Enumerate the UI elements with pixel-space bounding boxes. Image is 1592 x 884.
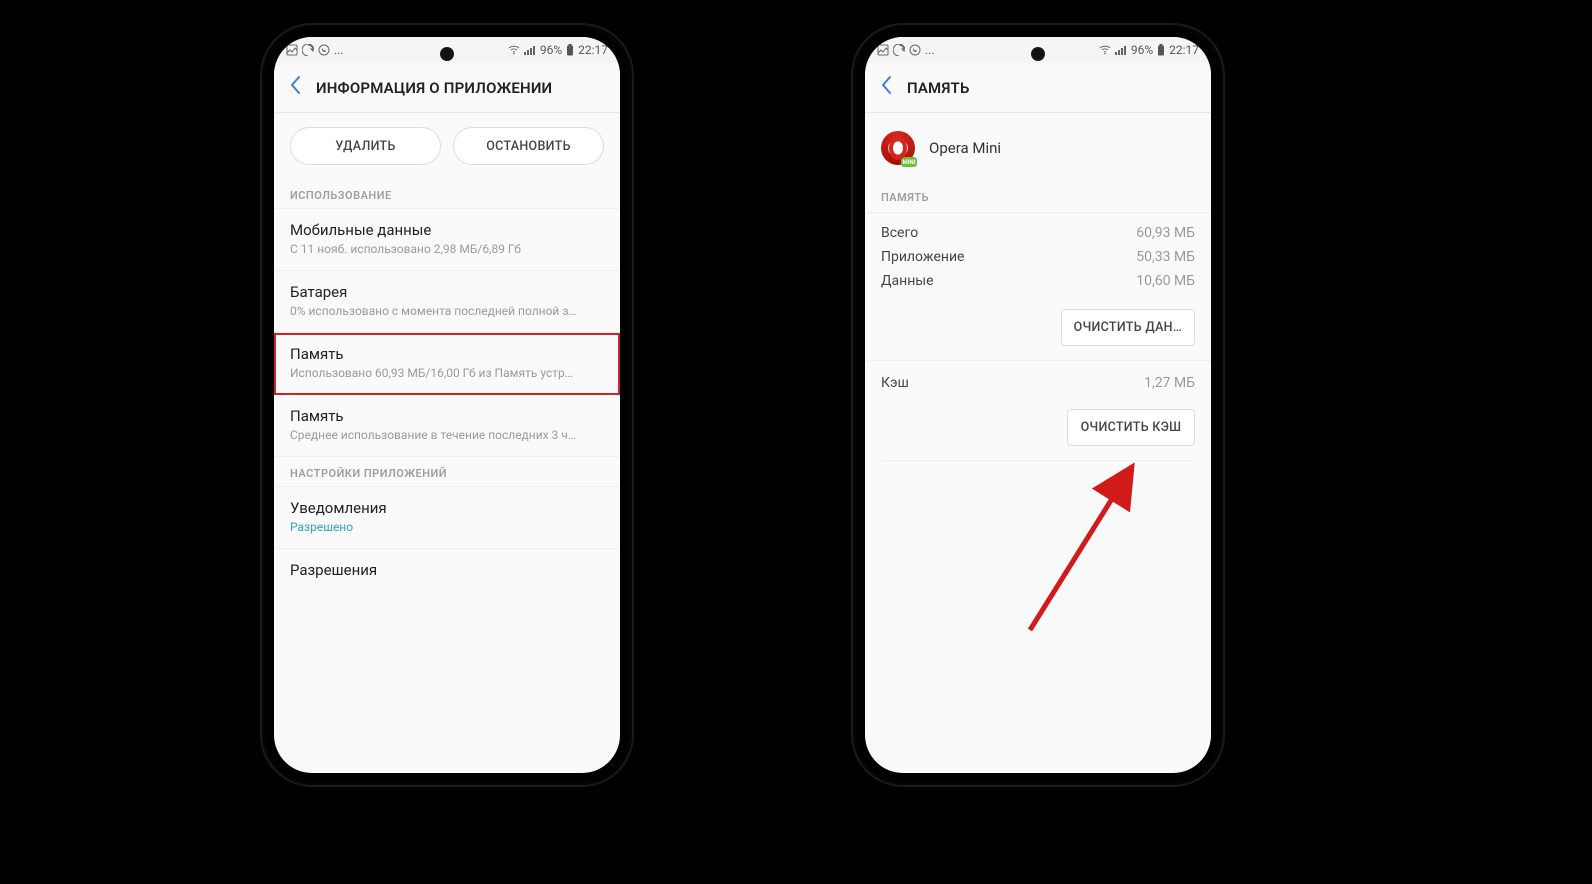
battery-item[interactable]: Батарея 0% использовано с момента послед… <box>274 271 620 333</box>
clear-cache-button[interactable]: ОЧИСТИТЬ КЭШ <box>1067 409 1195 446</box>
battery-icon <box>1157 44 1165 56</box>
row-total-label: Всего <box>881 225 918 241</box>
row-data: Данные 10,60 МБ <box>865 269 1211 293</box>
force-stop-button[interactable]: ОСТАНОВИТЬ <box>453 127 604 165</box>
row-total-value: 60,93 МБ <box>1136 225 1195 241</box>
row-total: Всего 60,93 МБ <box>865 221 1211 245</box>
storage-item[interactable]: Память Использовано 60,93 МБ/16,00 Гб из… <box>274 333 620 395</box>
clear-data-button[interactable]: ОЧИСТИТЬ ДАН… <box>1061 309 1195 346</box>
row-app: Приложение 50,33 МБ <box>865 245 1211 269</box>
notifications-title: Уведомления <box>290 499 604 517</box>
battery-percent: 96% <box>540 43 562 57</box>
picture-icon <box>286 44 298 56</box>
front-camera <box>440 47 454 61</box>
divider <box>881 460 1195 461</box>
row-data-label: Данные <box>881 273 934 289</box>
wifi-icon <box>508 45 520 55</box>
status-more: ... <box>334 43 344 57</box>
sync-icon <box>302 44 314 56</box>
row-cache-value: 1,27 МБ <box>1144 375 1195 391</box>
wifi-icon <box>1099 45 1111 55</box>
action-button-row: УДАЛИТЬ ОСТАНОВИТЬ <box>274 113 620 179</box>
battery-sub: 0% использовано с момента последней полн… <box>290 304 604 318</box>
row-cache-label: Кэш <box>881 375 909 391</box>
page-title: ПАМЯТЬ <box>907 79 970 97</box>
section-usage-label: ИСПОЛЬЗОВАНИЕ <box>274 179 620 209</box>
row-app-value: 50,33 МБ <box>1136 249 1195 265</box>
permissions-title: Разрешения <box>290 561 604 579</box>
clock-time: 22:17 <box>1169 43 1199 57</box>
whatsapp-icon <box>318 44 330 56</box>
signal-icon <box>524 45 536 55</box>
memory-item[interactable]: Память Среднее использование в течение п… <box>274 395 620 457</box>
app-name-label: Opera Mini <box>929 139 1001 157</box>
clock-time: 22:17 <box>578 43 608 57</box>
memory-title: Память <box>290 407 604 425</box>
back-icon[interactable] <box>879 74 893 101</box>
screen-right: ... 96% 22:17 ПАМЯТЬ <box>865 37 1211 773</box>
mobile-data-item[interactable]: Мобильные данные С 11 нояб. использовано… <box>274 209 620 271</box>
signal-icon <box>1115 45 1127 55</box>
row-data-value: 10,60 МБ <box>1136 273 1195 289</box>
mobile-data-sub: С 11 нояб. использовано 2,98 МБ/6,89 Гб <box>290 242 604 256</box>
status-more: ... <box>925 43 935 57</box>
app-header-row: MINI Opera Mini <box>865 113 1211 185</box>
battery-title: Батарея <box>290 283 604 301</box>
uninstall-button[interactable]: УДАЛИТЬ <box>290 127 441 165</box>
phone-frame-left: ... 96% 22:17 ИНФОРМАЦИЯ О ПРИЛ <box>262 25 632 785</box>
screen-header: ИНФОРМАЦИЯ О ПРИЛОЖЕНИИ <box>274 63 620 113</box>
section-memory-label: ПАМЯТЬ <box>865 185 1211 213</box>
memory-sub: Среднее использование в течение последни… <box>290 428 604 442</box>
phone-frame-right: ... 96% 22:17 ПАМЯТЬ <box>853 25 1223 785</box>
section-app-settings-label: НАСТРОЙКИ ПРИЛОЖЕНИЙ <box>274 457 620 487</box>
memory-stats: Всего 60,93 МБ Приложение 50,33 МБ Данны… <box>865 213 1211 299</box>
battery-icon <box>566 44 574 56</box>
permissions-item[interactable]: Разрешения <box>274 549 620 596</box>
notifications-sub: Разрешено <box>290 520 604 534</box>
front-camera <box>1031 47 1045 61</box>
row-app-label: Приложение <box>881 249 964 265</box>
storage-title: Память <box>290 345 604 363</box>
notifications-item[interactable]: Уведомления Разрешено <box>274 487 620 549</box>
screen-header: ПАМЯТЬ <box>865 63 1211 113</box>
picture-icon <box>877 44 889 56</box>
storage-sub: Использовано 60,93 МБ/16,00 Гб из Память… <box>290 366 604 380</box>
opera-mini-badge: MINI <box>901 157 917 167</box>
sync-icon <box>893 44 905 56</box>
mobile-data-title: Мобильные данные <box>290 221 604 239</box>
opera-mini-icon: MINI <box>881 131 915 165</box>
battery-percent: 96% <box>1131 43 1153 57</box>
screen-left: ... 96% 22:17 ИНФОРМАЦИЯ О ПРИЛ <box>274 37 620 773</box>
page-title: ИНФОРМАЦИЯ О ПРИЛОЖЕНИИ <box>316 79 552 97</box>
whatsapp-icon <box>909 44 921 56</box>
back-icon[interactable] <box>288 74 302 101</box>
row-cache: Кэш 1,27 МБ <box>865 360 1211 399</box>
